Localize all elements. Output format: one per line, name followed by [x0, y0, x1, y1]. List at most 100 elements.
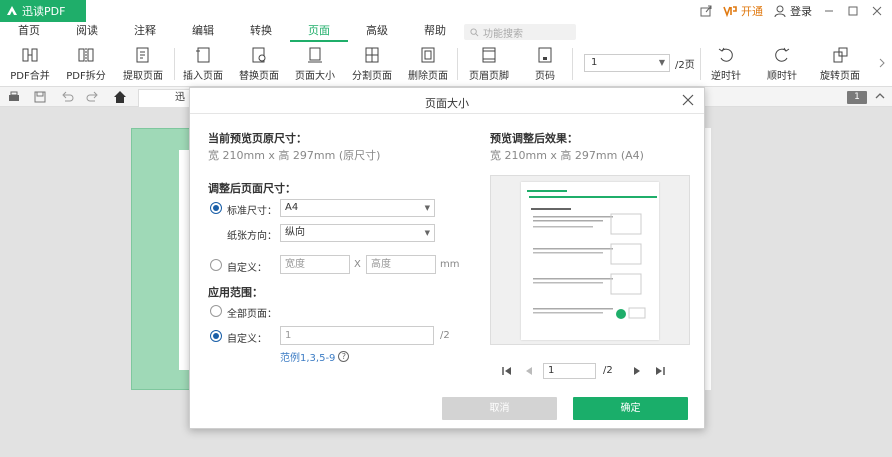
pdf-merge-button[interactable]: PDF合并 [8, 46, 52, 84]
standard-size-radio[interactable] [210, 202, 222, 214]
last-page-icon[interactable] [654, 365, 666, 377]
page-number-label: 页码 [535, 71, 555, 82]
preview-page-input[interactable]: 1 [543, 363, 596, 379]
rotate-page-button[interactable]: 旋转页面 [815, 46, 865, 84]
close-icon[interactable] [682, 94, 694, 106]
help-icon[interactable]: ? [338, 351, 350, 362]
ribbon-divider [457, 48, 458, 80]
page-size-icon [308, 47, 322, 63]
times-sign: X [354, 259, 361, 270]
rotate-page-label: 旋转页面 [820, 71, 860, 82]
preview-value: 宽 210mm x 高 297mm (A4) [490, 149, 644, 162]
first-page-icon[interactable] [501, 365, 513, 377]
page-size-label: 页面大小 [295, 71, 335, 82]
custom-range-input[interactable]: 1 [280, 326, 434, 345]
page-total: /2页 [675, 60, 695, 71]
page-size-dialog: 页面大小 当前预览页原尺寸： 宽 210mm x 高 297mm (原尺寸) 预… [189, 87, 705, 429]
tab-page[interactable]: 页面 [290, 22, 348, 42]
ribbon-toolbar: PDF合并 PDF拆分 提取页面 插入页面 替换页面 页面大小 分割页面 删除页… [0, 42, 892, 87]
width-input[interactable]: 宽度 [280, 255, 350, 274]
tab-advanced[interactable]: 高级 [348, 22, 406, 42]
redo-icon[interactable] [86, 90, 100, 104]
tab-home[interactable]: 首页 [0, 22, 58, 42]
rotate-cw-button[interactable]: 顺时针 [762, 46, 802, 84]
replace-page-label: 替换页面 [239, 71, 279, 82]
chevron-down-icon: ▼ [424, 229, 430, 237]
insert-page-icon [196, 47, 210, 63]
cancel-button[interactable]: 取消 [442, 397, 557, 420]
title-bar: 迅读PDF 开通 登录 [0, 0, 892, 22]
tab-convert[interactable]: 转换 [232, 22, 290, 42]
pdf-split-button[interactable]: PDF拆分 [64, 46, 108, 84]
all-pages-radio[interactable] [210, 305, 222, 317]
home-icon[interactable] [113, 90, 127, 104]
ribbon-divider [572, 48, 573, 80]
page-select[interactable]: 1 ▼ [584, 54, 670, 72]
prev-page-icon[interactable] [523, 365, 535, 377]
preview-page-total: /2 [603, 365, 613, 376]
chevron-up-icon[interactable] [875, 91, 885, 101]
tab-read[interactable]: 阅读 [58, 22, 116, 42]
standard-size-select[interactable]: A4 ▼ [280, 199, 435, 217]
current-size-value: 宽 210mm x 高 297mm (原尺寸) [208, 149, 381, 162]
rotate-cw-label: 顺时针 [767, 71, 797, 82]
tab-edit[interactable]: 编辑 [174, 22, 232, 42]
page-size-button[interactable]: 页面大小 [292, 46, 338, 84]
divide-page-button[interactable]: 分割页面 [349, 46, 395, 84]
replace-page-button[interactable]: 替换页面 [236, 46, 282, 84]
current-size-label: 当前预览页原尺寸： [208, 132, 307, 145]
standard-size-label: 标准尺寸： [227, 206, 277, 217]
rotate-page-icon [833, 47, 848, 63]
chevron-right-icon[interactable] [878, 58, 886, 68]
delete-page-button[interactable]: 删除页面 [405, 46, 451, 84]
page-number-button[interactable]: 页码 [526, 46, 564, 84]
divide-page-label: 分割页面 [352, 71, 392, 82]
feature-search-placeholder: 功能搜索 [483, 28, 523, 40]
custom-size-radio[interactable] [210, 259, 222, 271]
custom-range-radio[interactable] [210, 330, 222, 342]
merge-icon [22, 48, 38, 62]
rotate-ccw-label: 逆时针 [711, 71, 741, 82]
header-footer-label: 页眉页脚 [469, 71, 509, 82]
minimize-icon[interactable] [822, 4, 836, 18]
open-vip-label: 开通 [741, 5, 763, 18]
vip-icon [723, 6, 737, 18]
insert-page-button[interactable]: 插入页面 [180, 46, 226, 84]
preview-page-image [521, 182, 659, 340]
height-input[interactable]: 高度 [366, 255, 436, 274]
divide-page-icon [365, 47, 379, 63]
print-icon[interactable] [7, 90, 21, 104]
delete-page-label: 删除页面 [408, 71, 448, 82]
maximize-icon[interactable] [846, 4, 860, 18]
preview-label: 预览调整后效果： [490, 132, 578, 145]
custom-range-label: 自定义： [227, 334, 267, 345]
ok-button[interactable]: 确定 [573, 397, 688, 420]
orientation-select[interactable]: 纵向 ▼ [280, 224, 435, 242]
login-label: 登录 [790, 5, 812, 18]
close-window-icon[interactable] [870, 4, 884, 18]
save-icon[interactable] [33, 90, 47, 104]
page-badge: 1 [847, 91, 867, 104]
extract-page-button[interactable]: 提取页面 [118, 46, 168, 84]
feature-search-input[interactable]: 功能搜索 [464, 24, 576, 40]
extract-page-label: 提取页面 [123, 71, 163, 82]
tab-help[interactable]: 帮助 [406, 22, 464, 42]
dialog-title: 页面大小 [425, 97, 469, 110]
rotate-ccw-button[interactable]: 逆时针 [706, 46, 746, 84]
undo-icon[interactable] [60, 90, 74, 104]
tab-annotate[interactable]: 注释 [116, 22, 174, 42]
open-vip-button[interactable]: 开通 [723, 3, 763, 19]
chevron-down-icon: ▼ [658, 58, 665, 67]
orientation-label: 纸张方向： [227, 231, 277, 242]
range-example: 范例1,3,5-9 ? [280, 349, 350, 364]
app-logo: 迅读PDF [0, 0, 86, 22]
share-icon[interactable] [699, 4, 713, 18]
login-button[interactable]: 登录 [773, 3, 812, 19]
custom-size-label: 自定义： [227, 263, 267, 274]
page-select-value: 1 [591, 57, 598, 68]
preview-page-content [527, 190, 657, 319]
orientation-value: 纵向 [285, 227, 305, 238]
unit-label: mm [440, 259, 460, 270]
header-footer-button[interactable]: 页眉页脚 [465, 46, 513, 84]
next-page-icon[interactable] [631, 365, 643, 377]
